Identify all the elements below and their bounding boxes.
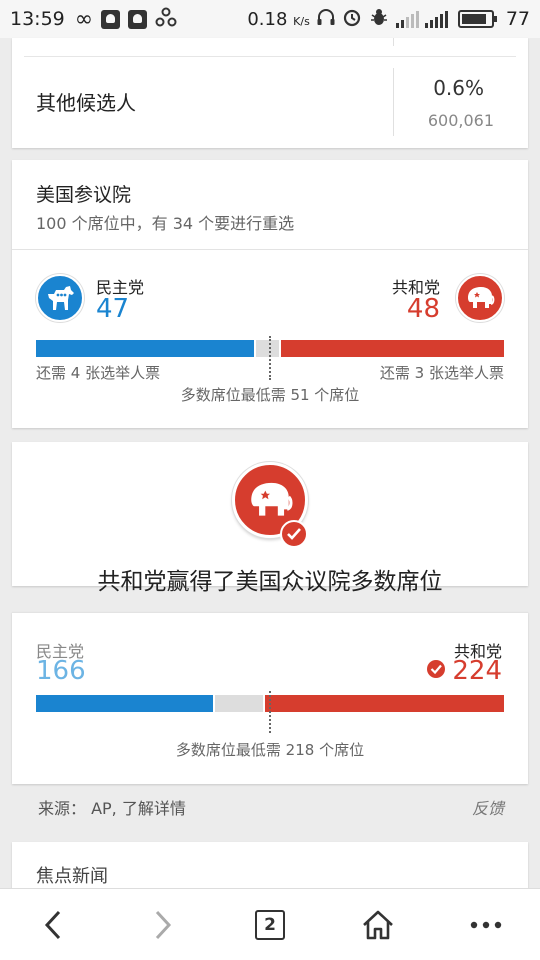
speed-value: 0.18: [247, 8, 288, 30]
senate-dem-need: 还需 4 张选举人票: [36, 364, 161, 382]
other-candidates-label: 其他候选人: [36, 91, 136, 115]
forward-button[interactable]: [132, 895, 192, 955]
house-dem-seats: 166: [36, 656, 86, 686]
bug-icon: [368, 7, 390, 32]
back-button[interactable]: [24, 895, 84, 955]
house-majority-text: 多数席位最低需 218 个席位: [175, 741, 365, 759]
house-dem-bar: [36, 695, 213, 712]
senate-rep-seats: 48: [406, 294, 440, 324]
battery-icon: [457, 10, 497, 28]
check-circle-icon: [426, 659, 446, 683]
tab-count: 2: [255, 909, 285, 940]
source-link[interactable]: 来源： AP, 了解详情: [38, 795, 186, 819]
chevron-left-icon: [44, 910, 61, 939]
more-button[interactable]: [456, 895, 516, 955]
house-rep-seats-group: 224: [426, 656, 502, 686]
divider: [12, 249, 528, 250]
senate-title: 美国参议院: [36, 184, 132, 206]
house-majority-marker: [269, 691, 271, 733]
signal-4g-icon: [395, 10, 419, 28]
more-icon: [470, 921, 502, 928]
senate-rep-bar: [281, 340, 504, 357]
donkey-icon: [36, 274, 84, 322]
home-icon: [363, 910, 393, 939]
other-candidates-card: 其他候选人 0.6% 600,061: [12, 38, 528, 148]
signal-icon: [424, 10, 448, 28]
house-winner-card: 共和党赢得了美国众议院多数席位: [12, 442, 528, 595]
alarm-icon: [342, 7, 362, 32]
other-candidates-percent: 0.6%: [433, 76, 484, 100]
senate-undecided-bar: [255, 340, 280, 357]
house-winner-title: 共和党赢得了美国众议院多数席位: [97, 569, 443, 595]
senate-subtitle: 100 个席位中，有 34 个要进行重选: [36, 214, 295, 233]
bottom-navigation: 2: [0, 888, 540, 960]
chevron-right-icon: [155, 910, 172, 939]
infinity-icon: ∞: [74, 6, 94, 32]
house-card[interactable]: 民主党 166 共和党 224 多数席位最低需 218 个席位: [12, 612, 528, 784]
network-speed: 0.18 K/s: [247, 9, 309, 30]
senate-rep-need: 还需 3 张选举人票: [379, 364, 504, 382]
divider: [12, 612, 528, 613]
notification-icon: [101, 9, 121, 29]
check-icon: [280, 520, 308, 548]
senate-majority-text: 多数席位最低需 51 个席位: [180, 386, 360, 404]
news-title: 焦点新闻: [36, 866, 108, 887]
house-undecided-bar: [214, 695, 263, 712]
senate-dem-bar: [36, 340, 254, 357]
battery-level: 77: [505, 8, 530, 30]
senate-majority-marker: [269, 336, 271, 380]
share-icon: [155, 7, 177, 32]
other-candidates-votes: 600,061: [427, 111, 494, 130]
senate-dem-seats: 47: [96, 294, 130, 324]
senate-card[interactable]: 美国参议院 100 个席位中，有 34 个要进行重选 民主党 47 共和党 48…: [12, 160, 528, 428]
home-button[interactable]: [348, 895, 408, 955]
status-time: 13:59: [10, 8, 65, 30]
status-bar: 13:59 ∞ 0.18 K/s 77: [0, 0, 540, 38]
notification-icon-2: [128, 9, 148, 29]
house-rep-seats: 224: [452, 656, 502, 686]
divider: [393, 38, 394, 46]
headphones-icon: [316, 8, 336, 31]
feedback-link[interactable]: 反馈: [472, 795, 504, 819]
house-rep-bar: [264, 695, 504, 712]
divider: [393, 68, 394, 136]
tabs-button[interactable]: 2: [240, 895, 300, 955]
elephant-icon: [456, 274, 504, 322]
speed-unit: K/s: [293, 14, 310, 28]
divider: [24, 56, 516, 57]
